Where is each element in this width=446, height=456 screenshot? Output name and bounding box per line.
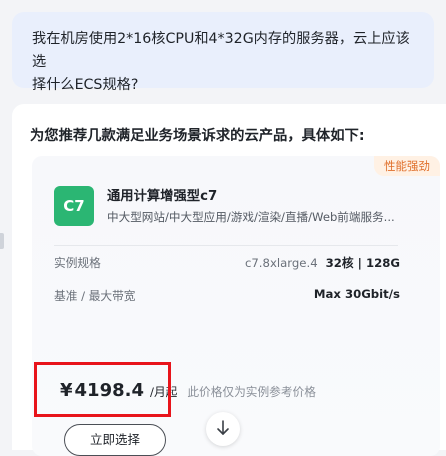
user-message-bubble: 我在机房使用2*16核CPU和4*32G内存的服务器，云上应该选 择什么ECS规…: [12, 12, 434, 93]
user-message-line-1: 我在机房使用2*16核CPU和4*32G内存的服务器，云上应该选: [32, 31, 410, 70]
user-message-line-2: 择什么ECS规格?: [32, 77, 139, 93]
instance-spec-value: c7.8xlarge.4 32核 | 128G: [245, 254, 400, 271]
price-note: 此价格仅为实例参考价格: [187, 385, 316, 399]
select-now-button[interactable]: 立即选择: [64, 424, 166, 456]
bandwidth-label: 基准 / 最大带宽: [54, 289, 136, 303]
instance-spec-label: 实例规格: [54, 256, 101, 270]
performance-badge: 性能强劲: [374, 156, 440, 176]
answer-title: 为您推荐几款满足业务场景诉求的云产品，具体如下:: [30, 128, 365, 144]
price-amount: 4198.4: [74, 380, 144, 401]
instance-type: c7.8xlarge.4: [244, 256, 318, 270]
bandwidth-value: Max 30Gbit/s: [313, 287, 400, 301]
product-name[interactable]: 通用计算增强型c7: [107, 185, 217, 204]
answer-card: 为您推荐几款满足业务场景诉求的云产品，具体如下: 性能强劲 C7 通用计算增强型…: [12, 104, 446, 456]
price-row: ¥4198.4/月起 此价格仅为实例参考价格: [60, 380, 316, 401]
scroll-down-button[interactable]: [206, 412, 240, 446]
price-symbol: ¥: [60, 380, 73, 401]
product-logo: C7: [54, 186, 94, 226]
arrow-down-icon: [217, 420, 229, 435]
price-unit: /月起: [150, 385, 178, 399]
side-handle: [0, 233, 4, 249]
product-description: 中大型网站/中大型应用/游戏/渲染/直播/Web前端服务...: [107, 210, 395, 224]
instance-cores-memory: 32核 | 128G: [325, 256, 400, 270]
divider: [54, 245, 398, 246]
product-card: 性能强劲 C7 通用计算增强型c7 中大型网站/中大型应用/游戏/渲染/直播/W…: [32, 156, 440, 456]
